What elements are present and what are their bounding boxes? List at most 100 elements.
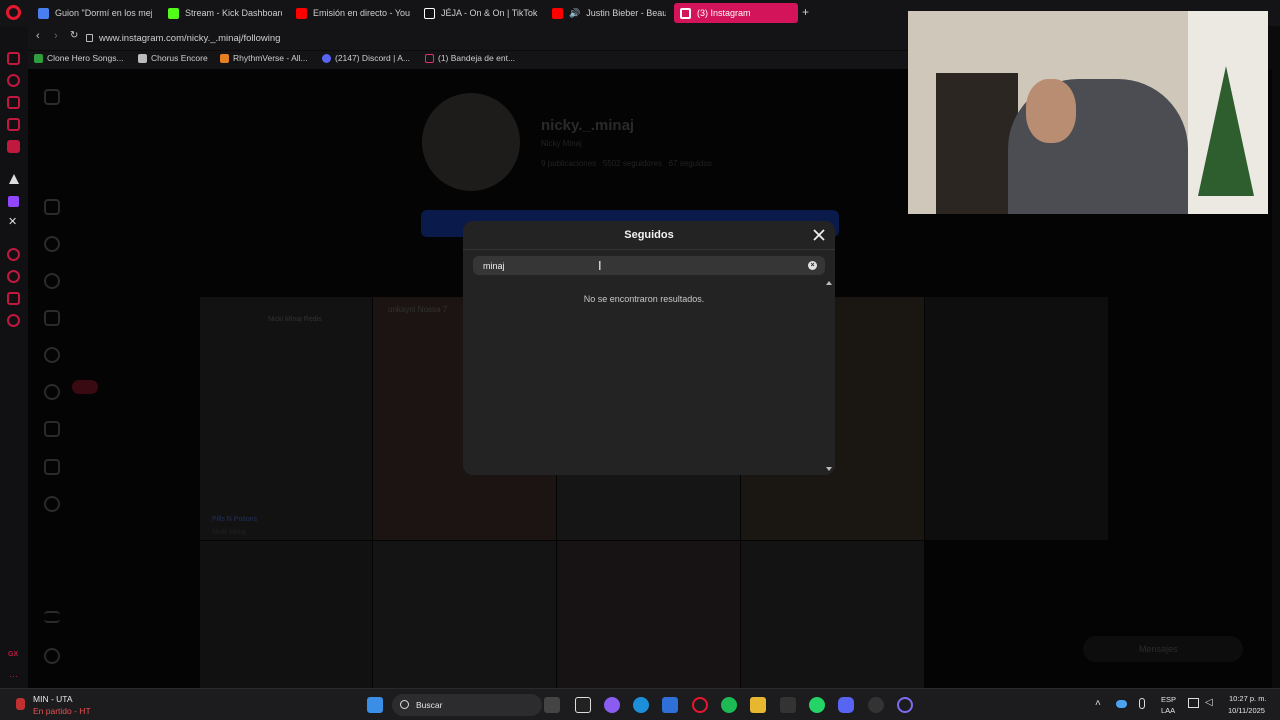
search-icon[interactable]	[44, 236, 60, 252]
instagram-icon	[680, 7, 691, 19]
back-icon[interactable]: ‹	[36, 30, 40, 42]
copilot-icon[interactable]	[604, 697, 620, 713]
sidebar-more-icon[interactable]: ···	[9, 671, 18, 681]
url-field[interactable]: www.instagram.com/nicky._.minaj/followin…	[86, 30, 906, 46]
epic-games-icon[interactable]	[780, 697, 796, 713]
sidebar-gx-icon[interactable]: GX	[8, 651, 18, 658]
volume-icon[interactable]: ◁	[1205, 697, 1213, 708]
post-thumbnail[interactable]	[200, 297, 372, 540]
messages-pill[interactable]: Mensajes	[1083, 636, 1243, 662]
game-widget[interactable]: MIN - UTA En partido - HT	[12, 692, 112, 718]
microphone-icon[interactable]	[1139, 698, 1145, 709]
sidebar-kick-icon[interactable]	[9, 174, 19, 184]
post-thumbnail[interactable]	[200, 541, 372, 688]
search-input[interactable]	[483, 256, 783, 275]
sidebar-wallet-icon[interactable]	[7, 52, 20, 65]
create-icon[interactable]	[44, 421, 60, 437]
clock-date[interactable]: 10/11/2025	[1228, 706, 1265, 715]
chevron-up-icon[interactable]: ˄	[1095, 698, 1101, 709]
bookmark-icon	[138, 53, 147, 63]
kick-icon	[168, 7, 179, 19]
tab-tiktok[interactable]: JÉJA - On & On | TikTok	[418, 3, 538, 23]
spotify-icon[interactable]	[721, 697, 737, 713]
bookmark-discord[interactable]: (2147) Discord | A...	[322, 53, 410, 63]
capcut-icon[interactable]	[575, 697, 591, 713]
reload-icon[interactable]: ↻	[70, 30, 78, 41]
profile-stats: 9 publicaciones 5502 seguidores 67 segui…	[541, 159, 712, 168]
messenger-icon[interactable]	[44, 347, 60, 363]
sidebar-shop-icon[interactable]	[7, 96, 20, 109]
post-thumbnail[interactable]	[557, 541, 740, 688]
post-thumbnail[interactable]	[741, 541, 924, 688]
post-highlight-title: Pills N Potions	[212, 516, 258, 523]
region-code[interactable]: LAA	[1161, 706, 1175, 715]
cortana-icon[interactable]	[897, 697, 913, 713]
tab-kick[interactable]: Stream - Kick Dashboard	[162, 3, 282, 23]
new-tab-button[interactable]: +	[802, 5, 809, 19]
profile-avatar[interactable]	[422, 93, 520, 191]
speaker-icon: 🔊	[569, 7, 581, 18]
tab-youtube-studio[interactable]: Emisión en directo - YouT	[290, 3, 410, 23]
explore-icon[interactable]	[44, 273, 60, 289]
language-code[interactable]: ESP	[1161, 695, 1176, 704]
forward-icon[interactable]: ›	[54, 30, 58, 42]
bookmark-rhythmverse[interactable]: RhythmVerse - All...	[220, 53, 308, 63]
network-icon[interactable]	[1188, 698, 1199, 708]
scroll-down-icon[interactable]	[826, 467, 832, 471]
bookmark-label: Chorus Encore	[151, 53, 208, 63]
obs-app-icon[interactable]	[868, 697, 884, 713]
whatsapp-icon[interactable]	[809, 697, 825, 713]
instagram-nav	[28, 69, 98, 688]
start-icon[interactable]	[367, 697, 383, 713]
webcam-overlay	[908, 11, 1268, 214]
scrollbar[interactable]	[826, 281, 832, 473]
sports-icon	[16, 698, 25, 710]
edge-icon[interactable]	[633, 697, 649, 713]
file-explorer-icon[interactable]	[750, 697, 766, 713]
bookmark-icon	[220, 53, 229, 63]
search-label: Buscar	[416, 700, 443, 710]
bookmark-instagram[interactable]: (1) Bandeja de ent...	[425, 53, 515, 63]
store-icon[interactable]	[662, 697, 678, 713]
cloud-icon[interactable]	[1116, 700, 1127, 708]
bookmark-chorus[interactable]: Chorus Encore	[138, 53, 208, 63]
opera-gx-icon[interactable]	[692, 697, 708, 713]
reels-icon[interactable]	[44, 310, 60, 326]
sidebar-history-icon[interactable]	[7, 74, 20, 87]
heart-icon[interactable]	[44, 384, 60, 400]
clock-time[interactable]: 10:27 p. m.	[1229, 694, 1267, 703]
opera-logo-icon[interactable]	[6, 5, 21, 20]
text-cursor-icon: I	[598, 258, 602, 273]
bookmark-clone-hero[interactable]: Clone Hero Songs...	[34, 53, 124, 63]
post-thumbnail[interactable]	[925, 297, 1108, 540]
scroll-up-icon[interactable]	[826, 281, 832, 285]
taskbar-search[interactable]: Buscar	[392, 694, 542, 716]
instagram-logo-icon[interactable]	[44, 89, 60, 105]
avatar[interactable]	[44, 496, 60, 512]
tab-label: Stream - Kick Dashboard	[185, 8, 282, 18]
post-thumbnail[interactable]	[373, 541, 556, 688]
tab-instagram[interactable]: (3) Instagram	[674, 3, 798, 23]
dashboard-icon[interactable]	[44, 459, 60, 475]
sidebar-x-icon[interactable]: ✕	[8, 215, 17, 228]
sidebar-messenger-icon[interactable]	[7, 118, 20, 131]
sidebar-settings-icon[interactable]	[7, 314, 20, 327]
sidebar-player-icon[interactable]	[7, 248, 20, 261]
discord-icon[interactable]	[838, 697, 854, 713]
discord-icon	[322, 53, 331, 63]
menu-icon[interactable]	[44, 611, 60, 623]
sidebar-clock-icon[interactable]	[7, 270, 20, 283]
clear-search-icon[interactable]: ×	[808, 261, 817, 270]
webcam-shelf	[936, 73, 1018, 214]
search-field[interactable]: ×	[473, 256, 825, 275]
close-icon[interactable]	[811, 227, 827, 243]
sidebar-twitch-icon[interactable]	[8, 196, 19, 207]
sidebar-mail-icon[interactable]	[7, 140, 20, 153]
tab-youtube-music[interactable]: 🔊 Justin Bieber - Beaut	[546, 3, 666, 23]
home-icon[interactable]	[44, 199, 60, 215]
tab-label: (3) Instagram	[697, 8, 751, 18]
task-view-icon[interactable]	[544, 697, 560, 713]
sidebar-cube-icon[interactable]	[7, 292, 20, 305]
tab-guion[interactable]: Guion "Dormí en los mejo	[32, 3, 152, 23]
threads-icon[interactable]	[44, 648, 60, 664]
